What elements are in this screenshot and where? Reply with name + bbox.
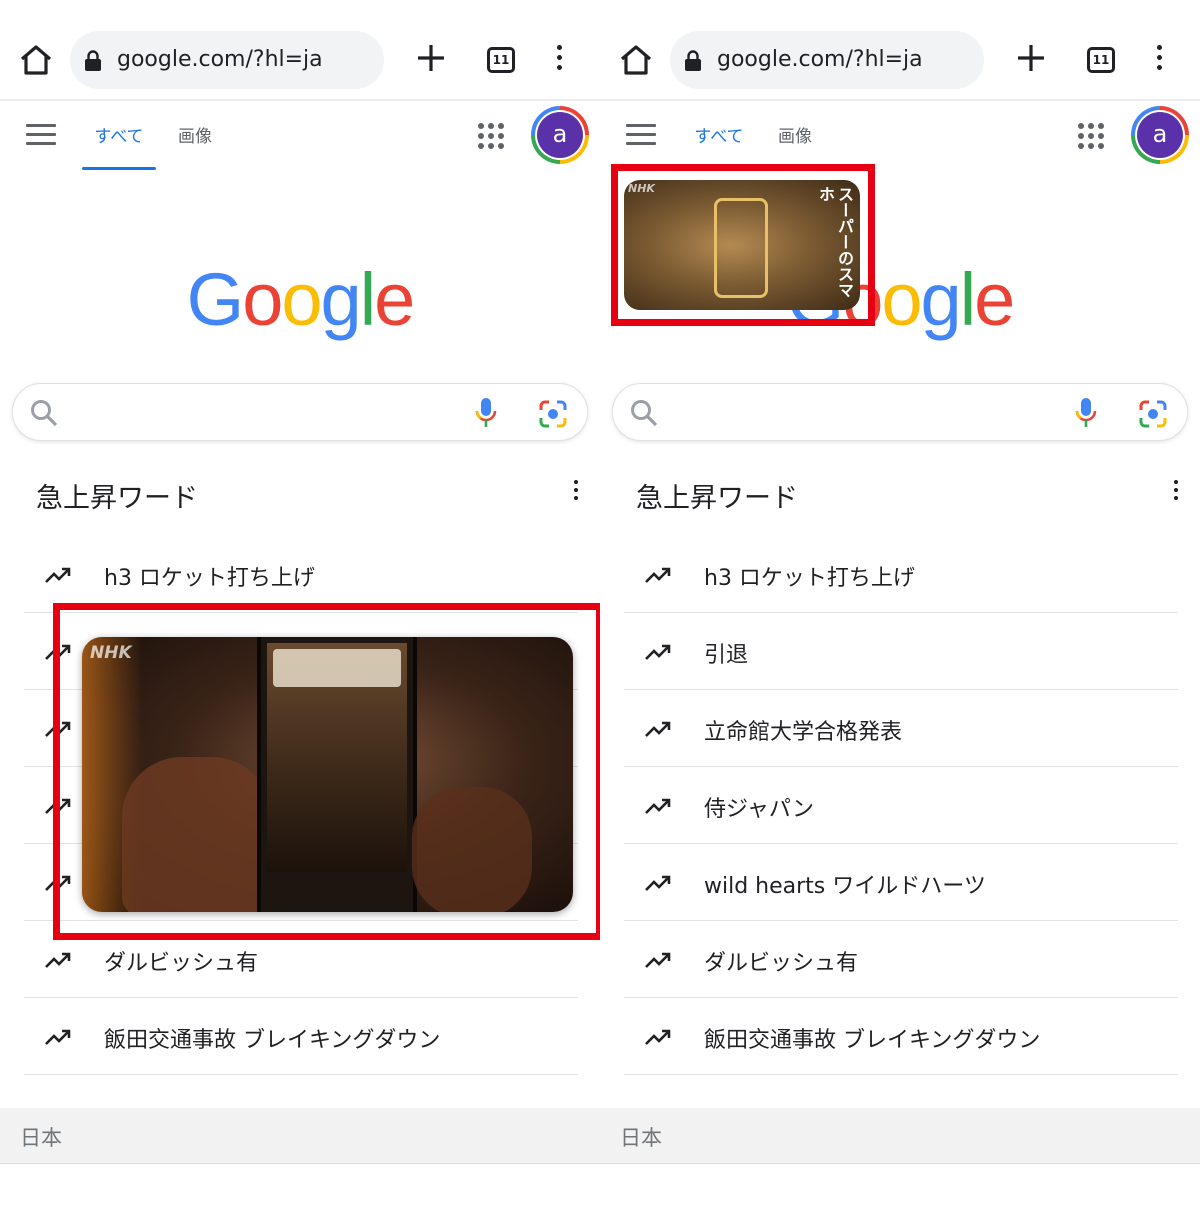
search-input[interactable] bbox=[12, 383, 588, 441]
address-bar[interactable]: google.com/?hl=ja bbox=[70, 31, 384, 89]
footer-country: 日本 bbox=[0, 1108, 600, 1164]
list-item-label: ダルビッシュ有 bbox=[104, 951, 259, 976]
tab-images[interactable]: 画像 bbox=[778, 122, 812, 147]
search-icon bbox=[631, 400, 658, 427]
google-lens-icon[interactable] bbox=[1137, 398, 1169, 430]
hamburger-menu-icon[interactable] bbox=[626, 124, 656, 146]
highlight-box bbox=[611, 164, 875, 326]
tab-all[interactable]: すべて bbox=[682, 122, 756, 170]
trending-up-icon bbox=[645, 952, 671, 968]
lock-icon bbox=[685, 50, 701, 71]
list-item[interactable]: 飯田交通事故 ブレイキングダウン bbox=[24, 998, 578, 1075]
footer-country: 日本 bbox=[600, 1108, 1200, 1164]
trending-menu-icon[interactable] bbox=[1170, 480, 1182, 504]
avatar-letter: a bbox=[537, 112, 583, 158]
address-bar[interactable]: google.com/?hl=ja bbox=[670, 31, 984, 89]
tab-images[interactable]: 画像 bbox=[178, 122, 212, 147]
trending-up-icon bbox=[645, 644, 671, 660]
list-item[interactable]: h3 ロケット打ち上げ bbox=[624, 536, 1178, 613]
home-icon[interactable] bbox=[618, 42, 654, 78]
tab-switcher-button[interactable]: 11 bbox=[487, 47, 515, 73]
trending-up-icon bbox=[45, 952, 71, 968]
new-tab-icon[interactable] bbox=[416, 43, 446, 73]
country-label: 日本 bbox=[20, 1126, 62, 1150]
trending-up-icon bbox=[645, 875, 671, 891]
search-icon bbox=[31, 400, 58, 427]
google-lens-icon[interactable] bbox=[537, 398, 569, 430]
google-logo: Google bbox=[186, 258, 416, 341]
microphone-icon[interactable] bbox=[473, 396, 499, 430]
lock-icon bbox=[85, 50, 101, 71]
trending-list: h3 ロケット打ち上げ 引退 立命館大学合格発表 侍ジャパン wild hear… bbox=[624, 536, 1178, 1075]
trending-up-icon bbox=[645, 567, 671, 583]
trending-title: 急上昇ワード bbox=[36, 483, 198, 514]
trending-title: 急上昇ワード bbox=[636, 483, 798, 514]
trending-up-icon bbox=[45, 567, 71, 583]
country-label: 日本 bbox=[620, 1126, 662, 1150]
tab-all[interactable]: すべて bbox=[82, 122, 156, 170]
highlight-box bbox=[53, 603, 600, 940]
tab-switcher-button[interactable]: 11 bbox=[1087, 47, 1115, 73]
apps-grid-icon[interactable] bbox=[478, 123, 504, 149]
list-item[interactable]: wild hearts ワイルドハーツ bbox=[624, 844, 1178, 921]
browser-menu-icon[interactable] bbox=[1150, 45, 1168, 75]
home-icon[interactable] bbox=[18, 42, 54, 78]
list-item-label: h3 ロケット打ち上げ bbox=[704, 566, 915, 591]
list-item-label: 侍ジャパン bbox=[704, 797, 815, 822]
list-item[interactable]: h3 ロケット打ち上げ bbox=[24, 536, 578, 613]
browser-toolbar: google.com/?hl=ja 11 bbox=[600, 0, 1200, 101]
left-screenshot: google.com/?hl=ja 11 すべて 画像 a Google 急上昇… bbox=[0, 0, 600, 1215]
list-item[interactable]: 侍ジャパン bbox=[624, 767, 1178, 844]
hamburger-menu-icon[interactable] bbox=[26, 124, 56, 146]
tab-all-label: すべて bbox=[94, 127, 144, 147]
list-item-label: 飯田交通事故 ブレイキングダウン bbox=[704, 1028, 1041, 1053]
right-screenshot: google.com/?hl=ja 11 すべて 画像 a Google 急上昇… bbox=[600, 0, 1200, 1215]
list-item-label: 飯田交通事故 ブレイキングダウン bbox=[104, 1028, 441, 1053]
list-item[interactable]: 立命館大学合格発表 bbox=[624, 690, 1178, 767]
trending-up-icon bbox=[45, 1029, 71, 1045]
apps-grid-icon[interactable] bbox=[1078, 123, 1104, 149]
list-item-label: wild hearts ワイルドハーツ bbox=[704, 874, 986, 899]
list-item-label: ダルビッシュ有 bbox=[704, 951, 859, 976]
new-tab-icon[interactable] bbox=[1016, 43, 1046, 73]
list-item-label: 立命館大学合格発表 bbox=[704, 720, 903, 745]
trending-up-icon bbox=[645, 798, 671, 814]
browser-menu-icon[interactable] bbox=[550, 45, 568, 75]
browser-toolbar: google.com/?hl=ja 11 bbox=[0, 0, 600, 101]
microphone-icon[interactable] bbox=[1073, 396, 1099, 430]
trending-up-icon bbox=[645, 721, 671, 737]
avatar-letter: a bbox=[1137, 112, 1183, 158]
tab-all-label: すべて bbox=[694, 127, 744, 147]
list-item[interactable]: 飯田交通事故 ブレイキングダウン bbox=[624, 998, 1178, 1075]
trending-up-icon bbox=[645, 1029, 671, 1045]
account-avatar[interactable]: a bbox=[531, 106, 589, 164]
list-item[interactable]: ダルビッシュ有 bbox=[624, 921, 1178, 998]
url-text: google.com/?hl=ja bbox=[717, 47, 923, 72]
list-item-label: h3 ロケット打ち上げ bbox=[104, 566, 315, 591]
search-input[interactable] bbox=[612, 383, 1188, 441]
url-text: google.com/?hl=ja bbox=[117, 47, 323, 72]
list-item[interactable]: 引退 bbox=[624, 613, 1178, 690]
list-item-label: 引退 bbox=[704, 643, 749, 668]
trending-menu-icon[interactable] bbox=[570, 480, 582, 504]
account-avatar[interactable]: a bbox=[1131, 106, 1189, 164]
